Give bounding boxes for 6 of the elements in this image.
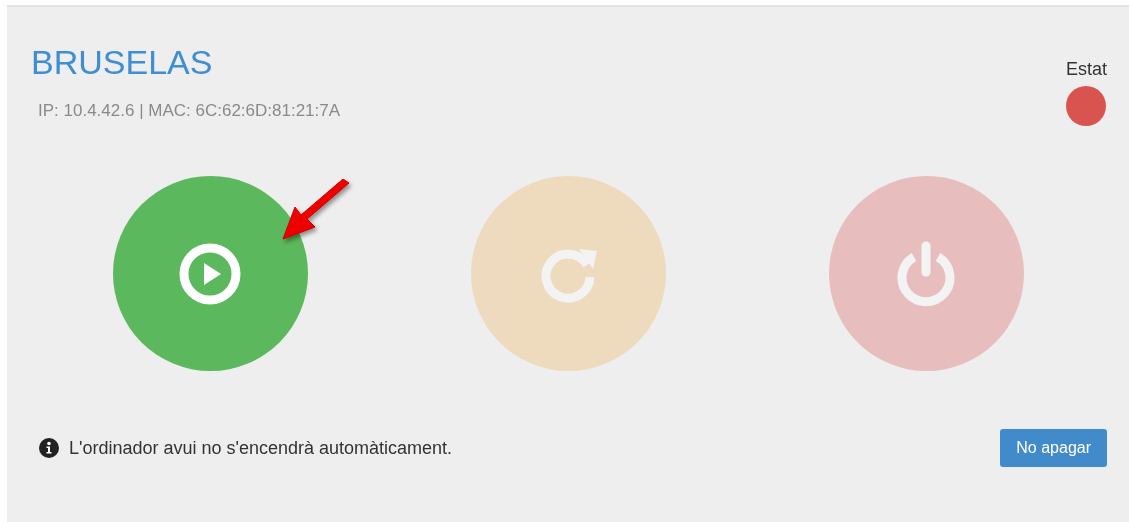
status-label: Estat — [1065, 59, 1107, 80]
device-info: IP: 10.4.42.6 | MAC: 6C:62:6D:81:21:7A — [38, 101, 341, 121]
info-icon — [39, 438, 59, 458]
notice-text: L'ordinador avui no s'encendrà automàticament. — [69, 437, 453, 459]
device-title: BRUSELAS — [31, 42, 214, 83]
no-shutdown-button[interactable]: No apagar — [1000, 429, 1107, 467]
